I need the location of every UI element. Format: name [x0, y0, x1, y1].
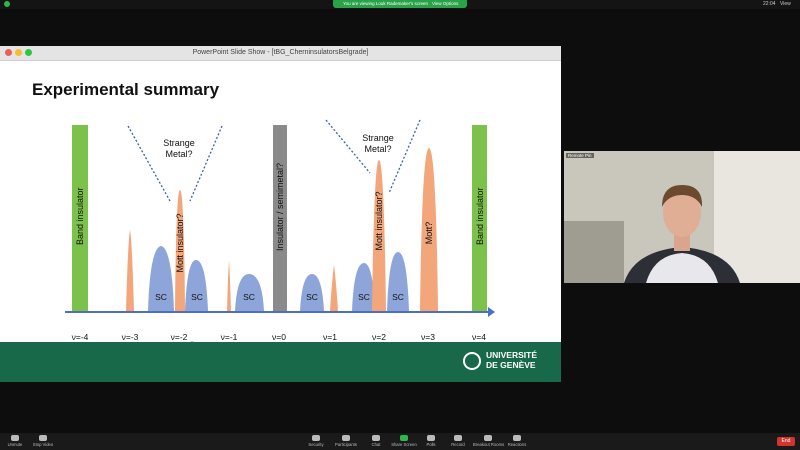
filling-label: ν=-3 [121, 332, 139, 342]
annotation-line: Metal? [364, 144, 392, 154]
sc-dome [387, 252, 409, 311]
polls-button[interactable]: Polls [416, 433, 446, 447]
toolbar-label: Share Screen [391, 442, 417, 447]
record-icon [454, 435, 462, 441]
shield-icon [312, 435, 320, 441]
participant-video[interactable]: Remote Pin [564, 151, 800, 283]
share-screen-button[interactable]: Share Screen [389, 433, 419, 447]
clock: 22:04 [763, 1, 776, 7]
university-name-line: UNIVERSITÉ [486, 350, 538, 360]
mott-insulator-label-left: Mott insulator? [175, 213, 185, 273]
band-insulator-label-right: Band insulator [475, 187, 485, 245]
annotation-line: Strange [163, 138, 195, 148]
university-name-line: DE GENÈVE [486, 360, 536, 370]
video-camera-icon [39, 435, 47, 441]
filling-label: ν=3 [421, 332, 435, 342]
sc-label: SC [191, 292, 203, 302]
orange-spike [126, 230, 134, 311]
record-button[interactable]: Record [443, 433, 473, 447]
toolbar-label: Stop Video [32, 442, 54, 447]
end-meeting-button[interactable]: End [777, 437, 795, 446]
sc-label: SC [243, 292, 255, 302]
toolbar-label: Security [308, 442, 324, 447]
smiley-icon [513, 435, 521, 441]
sc-dome [352, 263, 375, 311]
sc-label: SC [306, 292, 318, 302]
band-insulator-label-left: Band insulator [75, 187, 85, 245]
microphone-icon [11, 435, 19, 441]
strange-metal-annotation-right: Strange Metal? [348, 133, 408, 155]
ppt-window: PowerPoint Slide Show - [tBG_Cherninsula… [0, 46, 561, 382]
orange-spike [227, 260, 231, 311]
sc-label: SC [155, 292, 167, 302]
filling-label: ν=2 [372, 332, 386, 342]
view-options-button[interactable]: View Options [432, 0, 458, 8]
filling-label: ν=1 [323, 332, 337, 342]
toolbar-label: Chat [371, 442, 381, 447]
security-button[interactable]: Security [301, 433, 331, 447]
reactions-button[interactable]: Reactions [502, 433, 532, 447]
mott-insulator-label-right: Mott insulator? [374, 191, 384, 251]
view-button[interactable]: View [780, 0, 791, 9]
dotted-line [388, 119, 421, 194]
toolbar-label: Reactions [507, 442, 527, 447]
toolbar-label: Polls [426, 442, 436, 447]
orange-spike [330, 265, 338, 311]
share-screen-icon [400, 435, 408, 441]
filling-label: ν=-1 [220, 332, 238, 342]
mott-label: Mott? [424, 221, 434, 245]
chat-button[interactable]: Chat [361, 433, 391, 447]
participant-video-frame [564, 151, 800, 283]
participants-button[interactable]: Participants [331, 433, 361, 447]
polls-icon [427, 435, 435, 441]
chat-bubble-icon [372, 435, 380, 441]
filling-label: ν=0 [272, 332, 286, 342]
filling-label: ν=-2 [170, 332, 188, 342]
filling-label: ν=4 [472, 332, 486, 342]
people-icon [342, 435, 350, 441]
ppt-titlebar: PowerPoint Slide Show - [tBG_Cherninsula… [0, 46, 561, 61]
toolbar-label: Participants [335, 442, 357, 447]
sc-label: SC [358, 292, 370, 302]
toolbar-label: Breakout Rooms [473, 442, 505, 447]
shield-icon[interactable] [4, 1, 10, 7]
unmute-button[interactable]: Unmute [0, 433, 30, 447]
toolbar-label: Record [451, 442, 465, 447]
meeting-toolbar: Unmute Stop Video Security Participants … [0, 433, 800, 450]
insulator-semimetal-label: Insulator / semimetal? [275, 162, 285, 251]
university-logo-icon [463, 352, 481, 370]
toolbar-label: Unmute [7, 442, 23, 447]
participant-name: Remote Pin [566, 153, 594, 158]
sc-label: SC [392, 292, 404, 302]
breakout-rooms-button[interactable]: Breakout Rooms [473, 433, 505, 447]
annotation-line: Metal? [165, 149, 193, 159]
university-name: UNIVERSITÉ DE GENÈVE [486, 350, 556, 370]
filling-label: ν=-4 [71, 332, 89, 342]
breakout-rooms-icon [484, 435, 492, 441]
sc-dome [185, 260, 208, 311]
annotation-line: Strange [362, 133, 394, 143]
strange-metal-annotation-left: Strange Metal? [149, 138, 209, 160]
ppt-window-title: PowerPoint Slide Show - [tBG_Cherninsula… [192, 49, 369, 56]
stop-video-button[interactable]: Stop Video [28, 433, 58, 447]
axis-arrow [488, 307, 495, 317]
